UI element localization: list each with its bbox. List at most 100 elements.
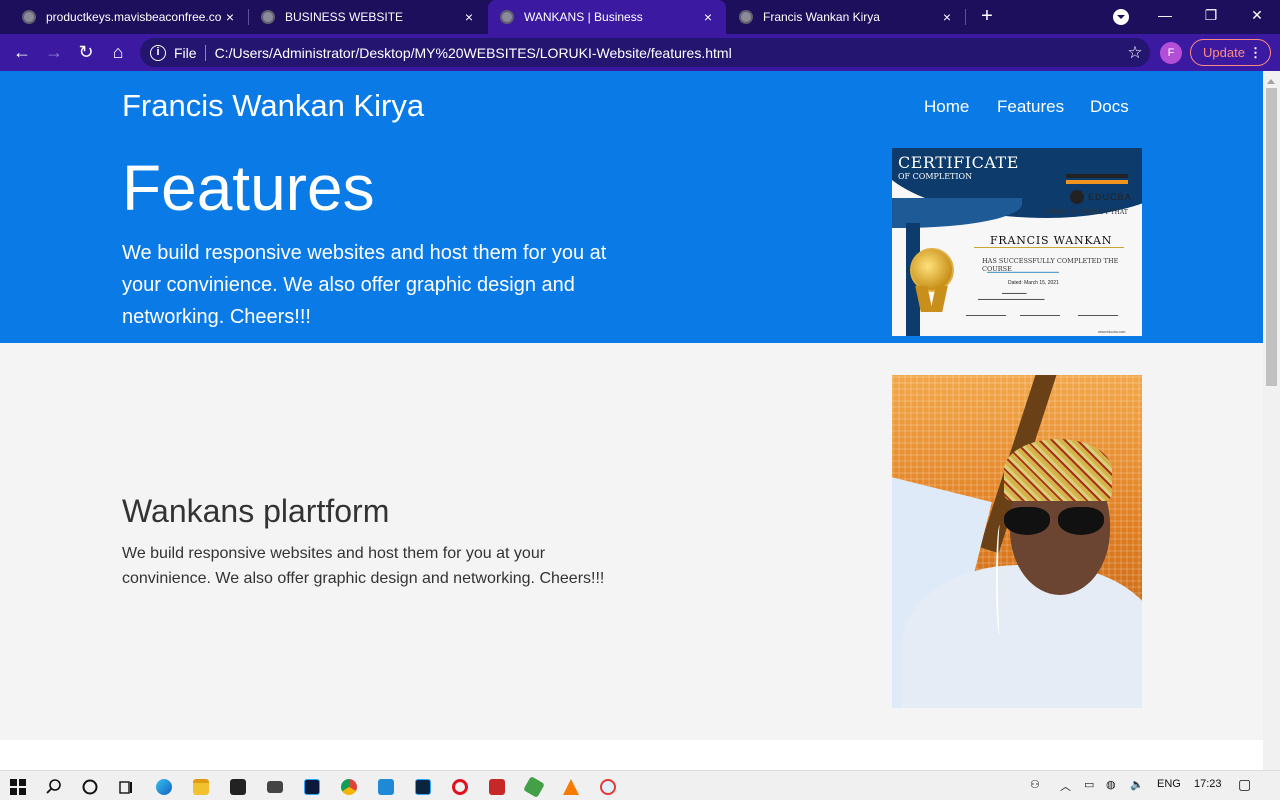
menu-icon[interactable]: ⋮ (1249, 40, 1262, 65)
back-button[interactable]: ← (10, 40, 34, 64)
tab-strip: productkeys.mavisbeaconfree.com × BUSINE… (0, 0, 1280, 34)
search-icon[interactable] (36, 774, 72, 800)
forward-button[interactable]: → (42, 40, 66, 64)
file-explorer-icon[interactable] (183, 774, 219, 800)
notifications-icon[interactable]: ▢ (1238, 776, 1251, 793)
certificate-bar (1066, 174, 1128, 178)
section-title: Wankans plartform (122, 493, 390, 529)
tab-francis-wankan-kirya[interactable]: Francis Wankan Kirya × (727, 0, 965, 34)
app-paint-icon[interactable] (590, 774, 626, 800)
feature-section: Wankans plartform We build responsive we… (0, 343, 1263, 740)
certificate-name-line (974, 247, 1124, 248)
task-view-icon[interactable] (108, 774, 144, 800)
nav-link-home[interactable]: Home (924, 97, 969, 117)
close-tab-icon[interactable]: × (700, 9, 716, 25)
tab-productkeys[interactable]: productkeys.mavisbeaconfree.com × (10, 0, 248, 34)
certificate-website: www.educba.com (1098, 330, 1126, 334)
photoshop-icon[interactable] (294, 774, 330, 800)
scroll-up-icon[interactable] (1267, 75, 1275, 84)
update-button[interactable]: Update ⋮ (1190, 39, 1271, 66)
certificate-certify: THIS IS TO CERTIFY THAT (1044, 209, 1128, 216)
site-brand[interactable]: Francis Wankan Kirya (122, 88, 424, 124)
certificate-org: EDUCBA (1088, 192, 1132, 202)
taskbar: ⚇ ︿ ▭ ◍ 🔈 ENG 17:23 ▢ (0, 770, 1280, 800)
photo-sunglasses (1000, 507, 1110, 537)
tab-search-icon[interactable] (1113, 9, 1129, 25)
close-tab-icon[interactable]: × (939, 9, 955, 25)
certificate-date: Dated: March 15, 2021 (1008, 280, 1059, 286)
tab-wankans-business[interactable]: WANKANS | Business × (488, 0, 726, 34)
store-icon[interactable] (220, 774, 256, 800)
vscode-icon[interactable] (368, 774, 404, 800)
home-button[interactable]: ⌂ (106, 40, 130, 64)
address-divider (204, 44, 206, 61)
photo-shirt (902, 565, 1142, 708)
globe-icon (261, 10, 275, 24)
info-icon[interactable]: i (150, 44, 166, 61)
bookmark-star-icon[interactable]: ☆ (1120, 43, 1150, 63)
edge-icon[interactable] (146, 774, 182, 800)
page-footer-area (0, 740, 1263, 770)
page-viewport: Francis Wankan Kirya Home Features Docs … (0, 71, 1263, 770)
tab-title: productkeys.mavisbeaconfree.com (46, 10, 222, 24)
url-text[interactable]: C:/Users/Administrator/Desktop/MY%20WEBS… (215, 45, 1120, 61)
address-bar[interactable]: i File C:/Users/Administrator/Desktop/MY… (140, 38, 1150, 67)
tray-chevron-icon[interactable]: ︿ (1060, 778, 1071, 794)
app-red-icon[interactable] (479, 774, 515, 800)
update-label: Update (1203, 45, 1245, 60)
profile-photo (892, 375, 1142, 708)
hero-title: Features (122, 152, 375, 224)
clock[interactable]: 17:23 (1194, 778, 1222, 790)
cortana-icon[interactable] (72, 774, 108, 800)
tab-title: Francis Wankan Kirya (763, 10, 880, 24)
battery-icon[interactable]: ▭ (1084, 778, 1094, 791)
start-icon[interactable] (0, 774, 36, 800)
signature-line (1020, 315, 1060, 316)
signature-line (1078, 315, 1118, 316)
minimize-button[interactable]: — (1142, 0, 1188, 30)
certificate-image: CERTIFICATE OF COMPLETION EDUCBA THIS IS… (892, 148, 1142, 336)
certificate-subheading: OF COMPLETION (898, 172, 973, 181)
network-icon[interactable]: ◍ (1106, 778, 1116, 791)
close-tab-icon[interactable]: × (461, 9, 477, 25)
nav-link-features[interactable]: Features (997, 97, 1064, 117)
nodejs-icon[interactable] (516, 774, 552, 800)
hero-section: Francis Wankan Kirya Home Features Docs … (0, 71, 1263, 343)
browser-toolbar: ← → ↻ ⌂ i File C:/Users/Administrator/De… (0, 34, 1280, 71)
people-icon[interactable]: ⚇ (1030, 778, 1040, 791)
language-indicator[interactable]: ENG (1157, 778, 1181, 790)
certificate-bar-orange (1066, 180, 1128, 184)
chrome-icon[interactable] (331, 774, 367, 800)
nav-link-docs[interactable]: Docs (1090, 97, 1129, 117)
opera-icon[interactable] (442, 774, 478, 800)
certificate-heading: CERTIFICATE (898, 153, 1019, 172)
certificate-course: ▬▬▬▬▬▬▬▬▬▬▬▬▬▬▬▬▬▬ (987, 269, 1059, 274)
page-scrollbar[interactable] (1263, 71, 1280, 770)
profile-avatar[interactable]: F (1160, 42, 1182, 64)
close-window-button[interactable]: ✕ (1234, 0, 1280, 30)
photo-cap (1004, 439, 1112, 501)
tab-divider (965, 9, 966, 25)
reload-button[interactable]: ↻ (74, 40, 98, 64)
educba-logo-icon (1070, 190, 1084, 204)
signature-line (966, 315, 1006, 316)
mail-icon[interactable] (257, 774, 293, 800)
scrollbar-thumb[interactable] (1266, 88, 1277, 386)
vlc-icon[interactable] (553, 774, 589, 800)
close-tab-icon[interactable]: × (222, 9, 238, 25)
volume-icon[interactable]: 🔈 (1130, 778, 1144, 791)
globe-icon (739, 10, 753, 24)
certificate-fineprint: ▬▬▬▬▬▬▬ (1002, 291, 1027, 295)
tab-title: WANKANS | Business (524, 10, 643, 24)
globe-icon (500, 10, 514, 24)
new-tab-button[interactable]: + (976, 5, 998, 27)
tab-title: BUSINESS WEBSITE (285, 10, 404, 24)
photoshop-2-icon[interactable] (405, 774, 441, 800)
certificate-name: FRANCIS WANKAN (990, 234, 1113, 247)
tab-business-website[interactable]: BUSINESS WEBSITE × (249, 0, 487, 34)
certificate-fineprint: ▬▬▬▬▬▬▬▬▬▬▬▬▬▬▬▬▬▬▬ (978, 297, 1045, 301)
restore-button[interactable]: ❐ (1188, 0, 1234, 30)
globe-icon (22, 10, 36, 24)
photo-earphone (996, 525, 1004, 635)
hero-lead: We build responsive websites and host th… (122, 242, 607, 328)
